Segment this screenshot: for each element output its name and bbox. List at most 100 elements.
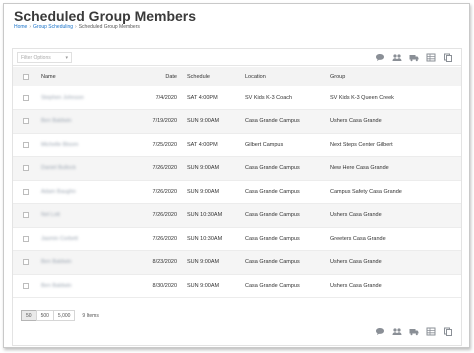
bulk-update-icon[interactable]: [409, 327, 419, 336]
table-row[interactable]: Ben Baldwin 8/23/2020 SUN 9:00AM Casa Gr…: [13, 250, 461, 275]
row-checkbox[interactable]: [23, 141, 29, 148]
cell-name: Daniel Bullock: [41, 165, 76, 172]
filter-options-dropdown[interactable]: Filter Options ▾: [17, 52, 72, 63]
cell-group: Greeters Casa Grande: [330, 235, 386, 242]
select-all-checkbox[interactable]: [23, 73, 29, 80]
cell-date: 7/19/2020: [152, 118, 177, 125]
breadcrumb-separator: ›: [29, 24, 32, 30]
column-header-location[interactable]: Location: [235, 67, 330, 86]
breadcrumb-current: Scheduled Group Members: [78, 24, 140, 30]
cell-schedule: SAT 4:00PM: [187, 141, 218, 148]
table-row[interactable]: Adam Baughn 7/26/2020 SUN 9:00AM Casa Gr…: [13, 180, 461, 204]
cell-group: Ushers Casa Grande: [330, 282, 382, 289]
scheduled-members-table: Name Date Schedule Location Group Stephe…: [13, 67, 461, 298]
table-row[interactable]: Michelle Bloom 7/25/2020 SAT 4:00PM Gilb…: [13, 133, 461, 157]
merge-person-icon[interactable]: [392, 327, 402, 336]
table-row[interactable]: Nel Lott 7/26/2020 SUN 10:30AM Casa Gran…: [13, 203, 461, 228]
row-checkbox[interactable]: [23, 165, 29, 172]
row-checkbox[interactable]: [23, 212, 29, 219]
window-frame: Scheduled Group Members Home › Group Sched…: [3, 3, 470, 348]
cell-date: 8/30/2020: [152, 282, 177, 289]
cell-group: Ushers Casa Grande: [330, 259, 382, 266]
breadcrumb-group-scheduling[interactable]: Group Scheduling: [33, 24, 73, 30]
cell-group: SV Kids K-3 Queen Creek: [330, 94, 394, 101]
cell-date: 7/26/2020: [152, 188, 177, 195]
pagination: 50 500 5,000 9 Items: [21, 310, 99, 321]
cell-group: Campus Safety Casa Grande: [330, 188, 402, 195]
cell-schedule: SUN 9:00AM: [187, 118, 220, 125]
export-excel-icon[interactable]: [426, 53, 436, 62]
row-select-cell: [13, 274, 41, 298]
column-header-name[interactable]: Name: [41, 67, 118, 86]
breadcrumb-home[interactable]: Home: [14, 24, 27, 30]
cell-location: SV Kids K-3 Coach: [245, 94, 293, 101]
breadcrumb-separator: ›: [75, 24, 77, 30]
merge-template-icon[interactable]: [443, 327, 453, 336]
page-size-500[interactable]: 500: [35, 310, 54, 321]
row-checkbox[interactable]: [23, 94, 29, 101]
communicate-icon[interactable]: [375, 327, 385, 336]
row-select-cell: [13, 110, 41, 134]
merge-template-icon[interactable]: [443, 53, 453, 62]
chevron-down-icon: ▾: [65, 55, 68, 61]
cell-schedule: SUN 10:30AM: [187, 235, 223, 242]
cell-name: Nel Lott: [41, 212, 60, 219]
cell-location: Casa Grande Campus: [245, 212, 300, 219]
cell-date: 7/26/2020: [152, 165, 177, 172]
table-row[interactable]: Ben Baldwin 8/30/2020 SUN 9:00AM Casa Gr…: [13, 274, 461, 298]
table-row[interactable]: Ben Baldwin 7/19/2020 SUN 9:00AM Casa Gr…: [13, 109, 461, 134]
cell-location: Casa Grande Campus: [245, 118, 300, 125]
table-row[interactable]: Stephen Johnson 7/4/2020 SAT 4:00PM SV K…: [13, 86, 461, 110]
export-excel-icon[interactable]: [426, 327, 436, 336]
cell-name: Stephen Johnson: [41, 94, 84, 101]
cell-date: 7/26/2020: [152, 212, 177, 219]
cell-date: 7/4/2020: [155, 94, 177, 101]
cell-schedule: SAT 4:00PM: [187, 94, 218, 101]
cell-date: 7/25/2020: [152, 141, 177, 148]
cell-location: Casa Grande Campus: [245, 282, 300, 289]
communicate-icon[interactable]: [375, 53, 385, 62]
cell-name: Adam Baughn: [41, 188, 76, 195]
page-size-50[interactable]: 50: [21, 310, 37, 321]
grid-actions-top: [375, 53, 453, 62]
grid-panel: Filter Options ▾ Name Date Schedule Locat…: [12, 48, 462, 346]
row-checkbox[interactable]: [23, 282, 29, 289]
cell-location: Casa Grande Campus: [245, 259, 300, 266]
row-select-cell: [13, 251, 41, 275]
row-checkbox[interactable]: [23, 235, 29, 242]
cell-schedule: SUN 9:00AM: [187, 165, 220, 172]
merge-person-icon[interactable]: [392, 53, 402, 62]
column-header-date[interactable]: Date: [118, 67, 177, 86]
row-checkbox[interactable]: [23, 118, 29, 125]
cell-date: 7/26/2020: [152, 235, 177, 242]
row-select-cell: [13, 133, 41, 157]
filter-options-label: Filter Options: [21, 55, 51, 61]
bulk-update-icon[interactable]: [409, 53, 419, 62]
item-count: 9 Items: [82, 312, 99, 319]
cell-date: 8/23/2020: [152, 259, 177, 266]
column-header-group[interactable]: Group: [330, 67, 461, 86]
cell-group: Next Steps Center Gilbert: [330, 141, 393, 148]
table-header-row: Name Date Schedule Location Group: [13, 67, 461, 86]
row-select-cell: [13, 86, 41, 110]
row-select-cell: [13, 227, 41, 251]
filter-bar: Filter Options ▾: [13, 49, 461, 66]
page-size-5000[interactable]: 5,000: [52, 310, 76, 321]
table-row[interactable]: Jasmin Corbett 7/26/2020 SUN 10:30AM Cas…: [13, 227, 461, 251]
cell-schedule: SUN 9:00AM: [187, 282, 220, 289]
cell-location: Casa Grande Campus: [245, 188, 300, 195]
cell-name: Ben Baldwin: [41, 259, 72, 266]
row-select-cell: [13, 204, 41, 228]
cell-name: Jasmin Corbett: [41, 235, 78, 242]
column-header-schedule[interactable]: Schedule: [177, 67, 235, 86]
cell-group: Ushers Casa Grande: [330, 118, 382, 125]
select-all-cell: [13, 67, 41, 86]
cell-schedule: SUN 9:00AM: [187, 259, 220, 266]
cell-location: Casa Grande Campus: [245, 235, 300, 242]
row-checkbox[interactable]: [23, 259, 29, 266]
table-row[interactable]: Daniel Bullock 7/26/2020 SUN 9:00AM Casa…: [13, 156, 461, 181]
row-select-cell: [13, 157, 41, 181]
row-checkbox[interactable]: [23, 188, 29, 195]
cell-schedule: SUN 9:00AM: [187, 188, 220, 195]
cell-name: Ben Baldwin: [41, 118, 72, 125]
